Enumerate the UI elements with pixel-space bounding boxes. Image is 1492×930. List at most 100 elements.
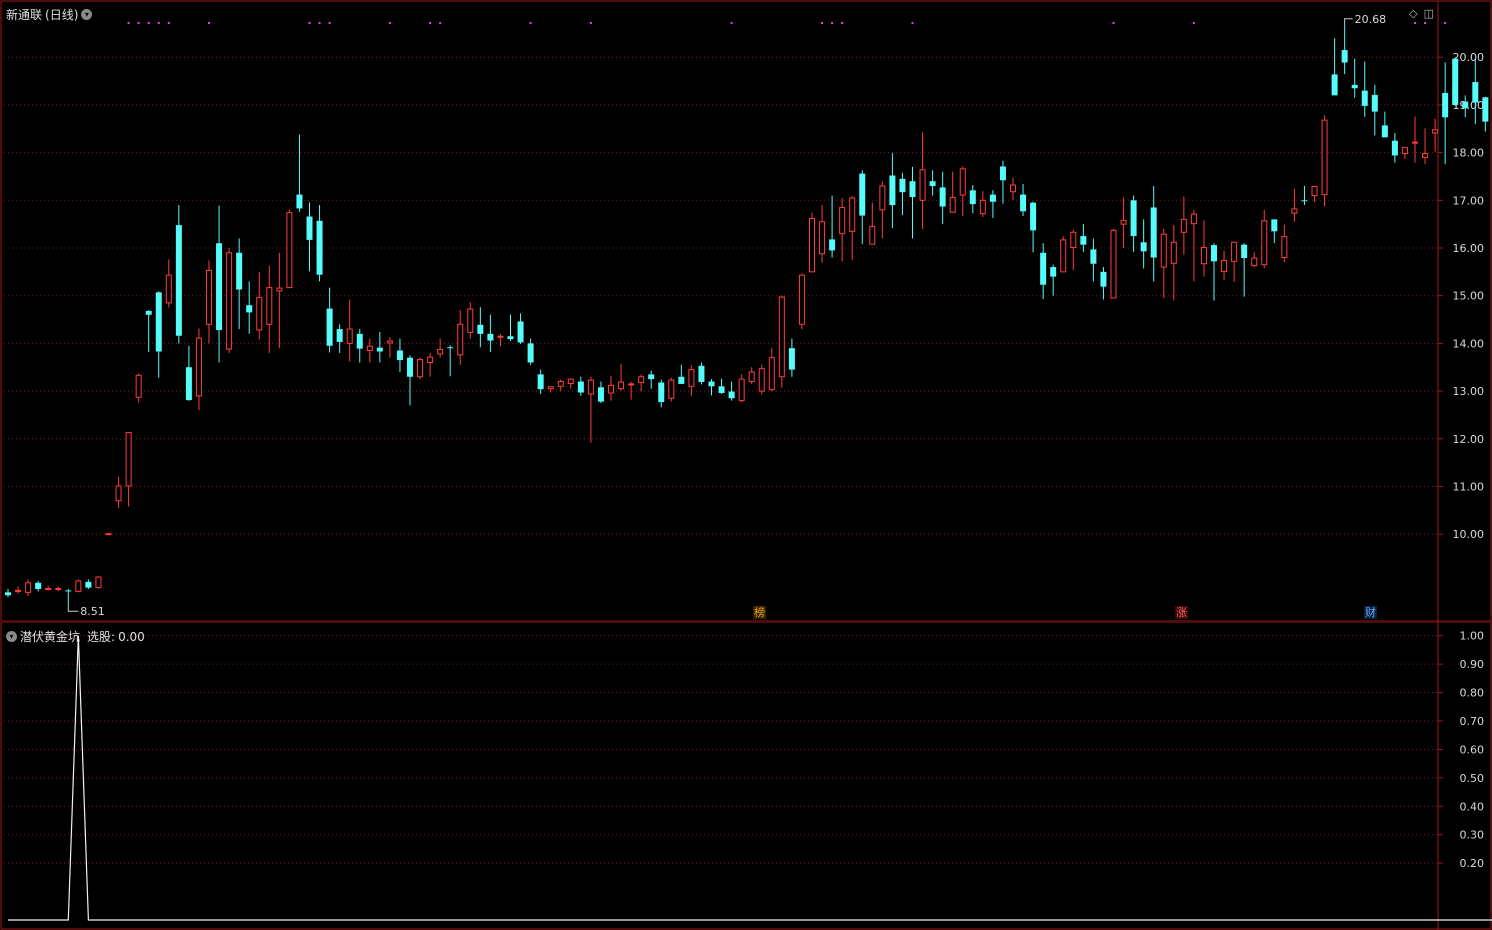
signal-dot [911, 22, 914, 24]
candle-body [1442, 93, 1449, 118]
candle-body [1351, 84, 1358, 89]
candle-body [999, 166, 1006, 181]
candle-body [115, 485, 122, 502]
candle-body [1452, 58, 1459, 105]
candle-body [1331, 74, 1338, 96]
candle-body [527, 343, 534, 363]
candle-body [608, 384, 614, 394]
candle-body [55, 588, 62, 591]
candle-body [819, 221, 826, 255]
candle-body [1221, 259, 1228, 272]
candle-body [5, 592, 11, 596]
high-pointer [1344, 18, 1353, 25]
indicator-tick-label: 0.20 [1460, 857, 1485, 870]
candle-body [487, 333, 494, 341]
candle-body [688, 369, 695, 387]
candle-body [396, 350, 403, 361]
candle-body [557, 381, 564, 387]
price-tick-label: 10.00 [1453, 528, 1485, 541]
signal-dot [308, 22, 311, 24]
indicator-tick-label: 0.30 [1460, 829, 1485, 842]
indicator-pane[interactable]: 1.00 0.90 0.80 0.70 0.60 0.50 0.40 0.30 0.20 ▾ 潜… [0, 622, 1492, 930]
candle-body [1241, 244, 1248, 259]
indicator-title: ▾ 潜伏黄金坑 选股: 0.00 [6, 628, 145, 645]
signal-dot [318, 22, 321, 24]
marker-bang[interactable]: 榜 [753, 606, 766, 619]
candle-body [125, 432, 132, 487]
price-tick-label: 11.00 [1453, 480, 1485, 493]
candlestick-pane[interactable]: 20.0019.0018.0017.0016.0015.0014.0013.00… [0, 0, 1492, 622]
candle-body [879, 185, 886, 211]
candle-body [587, 379, 594, 395]
candle-body [1251, 257, 1258, 267]
price-tick-label: 17.00 [1453, 194, 1485, 207]
candle-body [738, 378, 745, 402]
candle-body [195, 337, 202, 397]
candle-body [1050, 267, 1057, 277]
candle-body [1110, 229, 1117, 299]
candle-body [376, 347, 383, 352]
candlestick-chart[interactable]: 20.0019.0018.0017.0016.0015.0014.0013.00… [0, 0, 1492, 622]
candle-body [35, 582, 42, 589]
candle-body [1020, 194, 1027, 212]
panel-toggle-icon[interactable]: ◫ [1424, 7, 1434, 20]
candle-body [1010, 184, 1016, 193]
candle-body [1472, 82, 1479, 103]
candle-body [477, 324, 484, 334]
pane-tools: ◇ ◫ [1409, 7, 1434, 20]
candle-body [316, 220, 323, 275]
candle-body [1130, 200, 1137, 237]
signal-dot [1414, 22, 1416, 24]
signal-dot [1444, 22, 1447, 24]
candle-body [407, 357, 413, 377]
signal-dot [439, 22, 442, 24]
signal-dot [831, 22, 834, 24]
candle-body [1371, 94, 1378, 112]
candle-body [889, 175, 896, 206]
candle-body [1301, 200, 1308, 202]
candle-body [45, 588, 52, 591]
indicator-chart[interactable]: 1.00 0.90 0.80 0.70 0.60 0.50 0.40 0.30 0.20 [0, 622, 1492, 930]
candle-body [457, 323, 464, 356]
candle-body [226, 252, 233, 350]
chevron-down-icon[interactable]: ▾ [6, 631, 17, 642]
price-tick-label: 16.00 [1453, 242, 1485, 255]
candle-body [1381, 125, 1388, 138]
candle-body [15, 589, 22, 592]
candle-body [517, 321, 524, 343]
candle-body [1261, 220, 1268, 266]
candle-body [366, 345, 373, 352]
candle-body [1150, 207, 1157, 258]
candle-body [1190, 213, 1197, 225]
diamond-icon[interactable]: ◇ [1409, 7, 1417, 20]
candle-body [839, 206, 846, 235]
candle-body [256, 297, 263, 331]
candle-body [266, 287, 273, 325]
candle-body [1200, 247, 1207, 265]
candle-body [1281, 236, 1288, 259]
candle-body [849, 197, 856, 232]
candle-body [507, 336, 514, 340]
candle-body [989, 194, 996, 202]
candle-body [1100, 271, 1107, 287]
candle-body [85, 581, 92, 588]
candle-body [959, 168, 966, 196]
candle-body [899, 178, 906, 193]
candle-body [678, 376, 685, 384]
candle-body [668, 379, 675, 399]
low-pointer [67, 605, 79, 612]
price-tick-label: 12.00 [1453, 433, 1485, 446]
marker-zhang[interactable]: 涨 [1175, 606, 1188, 619]
marker-cai[interactable]: 财 [1364, 606, 1377, 619]
indicator-tick-label: 0.90 [1460, 658, 1485, 671]
candle-body [1361, 90, 1368, 106]
indicator-line [8, 635, 1492, 921]
chevron-down-icon[interactable]: ▾ [81, 9, 93, 20]
candle-body [386, 340, 393, 344]
candle-body [1462, 101, 1469, 109]
price-tick-label: 15.00 [1453, 290, 1485, 303]
signal-dot [821, 22, 824, 24]
price-tick-label: 13.00 [1453, 385, 1485, 398]
indicator-tick-label: 0.50 [1460, 772, 1485, 785]
candle-body [417, 359, 424, 378]
